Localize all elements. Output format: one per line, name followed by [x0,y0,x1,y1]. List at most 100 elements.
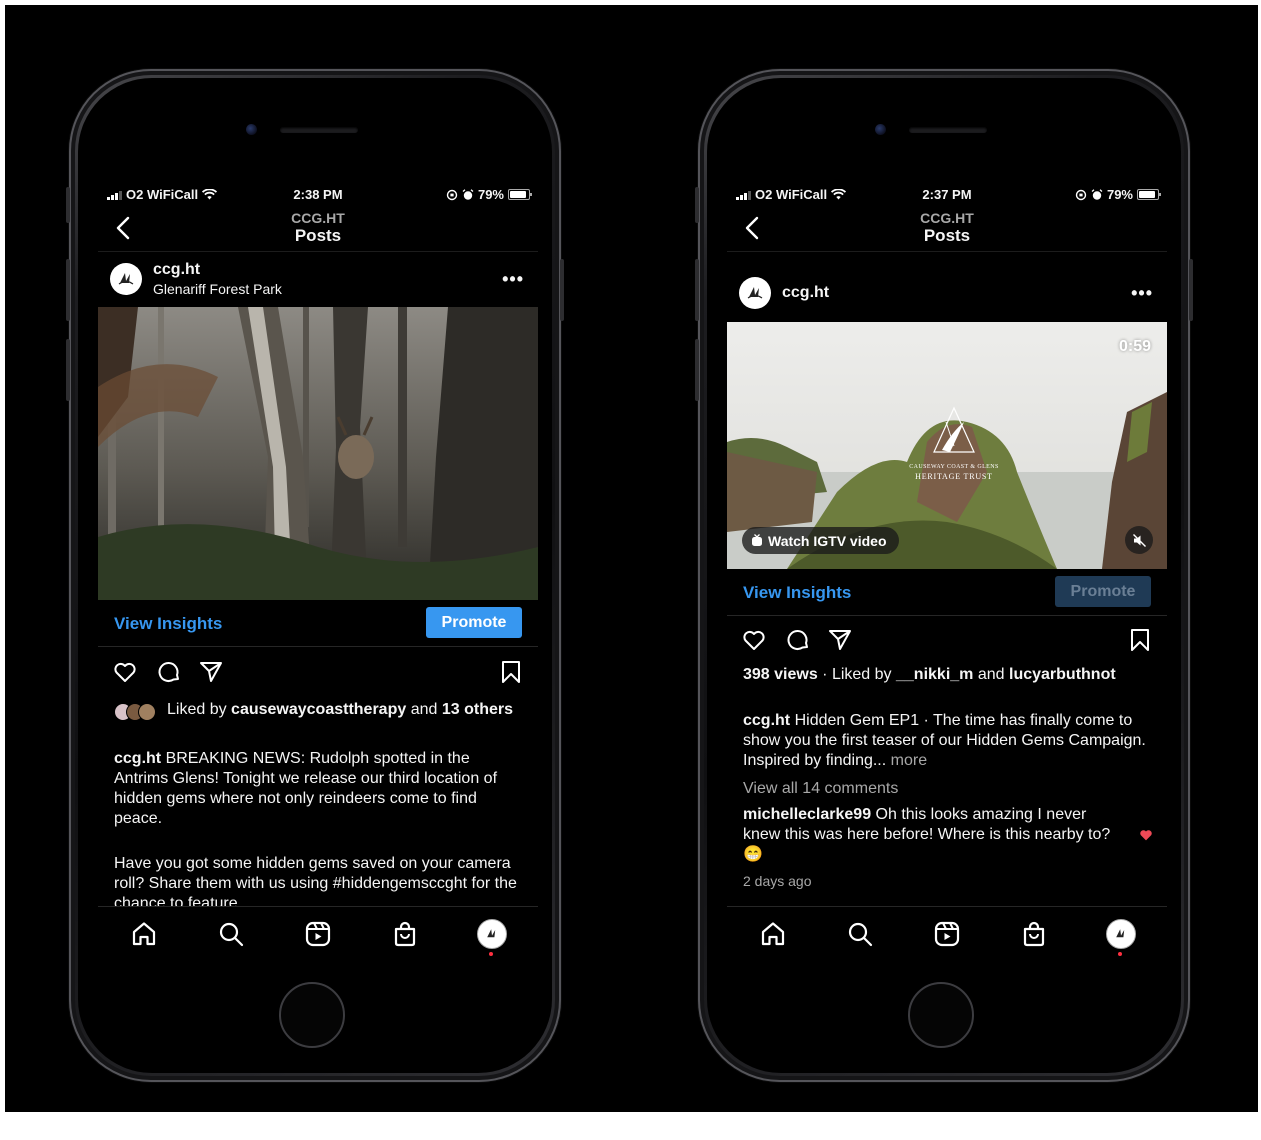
post-username[interactable]: ccg.ht [782,284,829,302]
views-likes-summary[interactable]: 398 views · Liked by __nikki_m and lucya… [743,665,1153,685]
screen: O2 WiFiCall 2:37 PM 79% CCG.HT Posts ccg… [727,183,1167,965]
top-nav: CCG.HT Posts [727,207,1167,252]
comment-heart-icon[interactable] [1139,828,1153,842]
liked-by-user[interactable]: __nikki_m [896,666,973,683]
post-username[interactable]: ccg.ht [153,261,200,279]
bookmark-icon[interactable] [498,659,524,685]
status-bar: O2 WiFiCall 2:37 PM 79% [727,183,1167,205]
igtv-icon [752,534,762,546]
post-header: ccg.ht Glenariff Forest Park ••• [98,253,538,307]
more-icon[interactable]: ••• [1131,283,1153,304]
liker-avatars[interactable] [114,703,156,721]
profile-icon[interactable] [477,919,507,949]
action-bar [727,627,1167,657]
post-caption-second: Have you got some hidden gems saved on y… [114,855,517,912]
profile-logo-icon [487,929,496,938]
caption-username[interactable]: ccg.ht [114,750,161,767]
orientation-lock-icon [446,189,458,200]
post-caption: ccg.ht Hidden Gem EP1 · The time has fin… [743,711,1153,771]
promote-button[interactable]: Promote [1055,576,1151,607]
liked-others-link[interactable]: 13 others [442,701,513,718]
caption-text: Hidden Gem EP1 · The time has finally co… [743,712,1146,769]
liked-by-user[interactable]: causewaycoasttherapy [231,701,406,718]
caption-more-link[interactable]: more [891,752,927,769]
notification-dot [1118,952,1122,956]
brand-logo-icon [747,287,763,299]
likes-summary[interactable]: Liked by causewaycoasttherapy and 13 oth… [167,700,524,720]
promote-button[interactable]: Promote [426,607,522,638]
volume-up [66,259,70,321]
watch-igtv-label: Watch IGTV video [768,532,887,549]
insights-bar: View Insights Promote [727,569,1167,616]
screen: O2 WiFiCall 2:38 PM 79% CCG.HT Posts ccg… [98,183,538,965]
brand-logo-icon [118,273,134,285]
caption-username[interactable]: ccg.ht [743,712,790,729]
liked-by-label: Liked by [831,666,892,683]
views-count[interactable]: 398 views [743,666,818,683]
earpiece [909,127,987,133]
status-bar: O2 WiFiCall 2:38 PM 79% [98,183,538,205]
phone-right: O2 WiFiCall 2:37 PM 79% CCG.HT Posts ccg… [695,69,1193,1082]
battery-percent: 79% [1106,187,1133,202]
mute-icon[interactable] [1125,526,1153,554]
home-button[interactable] [279,982,345,1048]
account-subtitle: CCG.HT [291,210,345,226]
search-icon[interactable] [217,920,245,948]
volume-down [66,339,70,401]
comment: michelleclarke99 Oh this looks amazing I… [743,805,1121,865]
power-button [560,259,564,321]
post-location[interactable]: Glenariff Forest Park [153,281,282,297]
share-icon[interactable] [198,659,224,685]
profile-icon[interactable] [1106,919,1136,949]
volume-up [695,259,699,321]
insights-bar: View Insights Promote [98,600,538,647]
view-insights-link[interactable]: View Insights [114,614,222,634]
action-bar [98,659,538,689]
more-icon[interactable]: ••• [502,269,524,290]
bookmark-icon[interactable] [1127,627,1153,653]
battery-icon [508,189,532,200]
earpiece [280,127,358,133]
profile-logo-icon [1116,929,1125,938]
alarm-icon [462,188,474,200]
comment-username[interactable]: michelleclarke99 [743,806,871,823]
view-insights-link[interactable]: View Insights [743,583,851,603]
home-button[interactable] [908,982,974,1048]
post-timestamp: 2 days ago [743,873,812,889]
igtv-video[interactable]: CAUSEWAY COAST & GLENS HERITAGE TRUST 0:… [727,322,1167,569]
heart-icon[interactable] [112,659,138,685]
speaker-muted-glyph [1132,533,1146,547]
battery-percent: 79% [477,187,504,202]
reels-icon[interactable] [933,920,961,948]
notification-dot [489,952,493,956]
shop-icon[interactable] [1020,920,1048,948]
page-title: Posts [923,226,971,245]
mockup-background: O2 WiFiCall 2:38 PM 79% CCG.HT Posts ccg… [5,5,1258,1112]
heart-icon[interactable] [741,627,767,653]
search-icon[interactable] [846,920,874,948]
shop-icon[interactable] [391,920,419,948]
post-image[interactable] [98,307,538,600]
home-icon[interactable] [759,920,787,948]
avatar[interactable] [739,277,771,309]
home-icon[interactable] [130,920,158,948]
front-camera [246,124,257,135]
mute-switch [695,187,699,223]
view-all-comments-link[interactable]: View all 14 comments [743,779,1153,799]
liked-by-user-second[interactable]: lucyarbuthnot [1009,666,1116,683]
reels-icon[interactable] [304,920,332,948]
comment-icon[interactable] [156,659,182,685]
page-title: Posts [294,226,342,245]
power-button [1189,259,1193,321]
mute-switch [66,187,70,223]
video-duration: 0:59 [1118,338,1151,355]
alarm-icon [1091,188,1103,200]
watch-igtv-button[interactable]: Watch IGTV video [742,527,899,554]
phone-left: O2 WiFiCall 2:38 PM 79% CCG.HT Posts ccg… [66,69,564,1082]
battery-icon [1137,189,1161,200]
comment-icon[interactable] [785,627,811,653]
front-camera [875,124,886,135]
heritage-logo-line2: HERITAGE TRUST [915,472,993,481]
avatar[interactable] [110,263,142,295]
share-icon[interactable] [827,627,853,653]
